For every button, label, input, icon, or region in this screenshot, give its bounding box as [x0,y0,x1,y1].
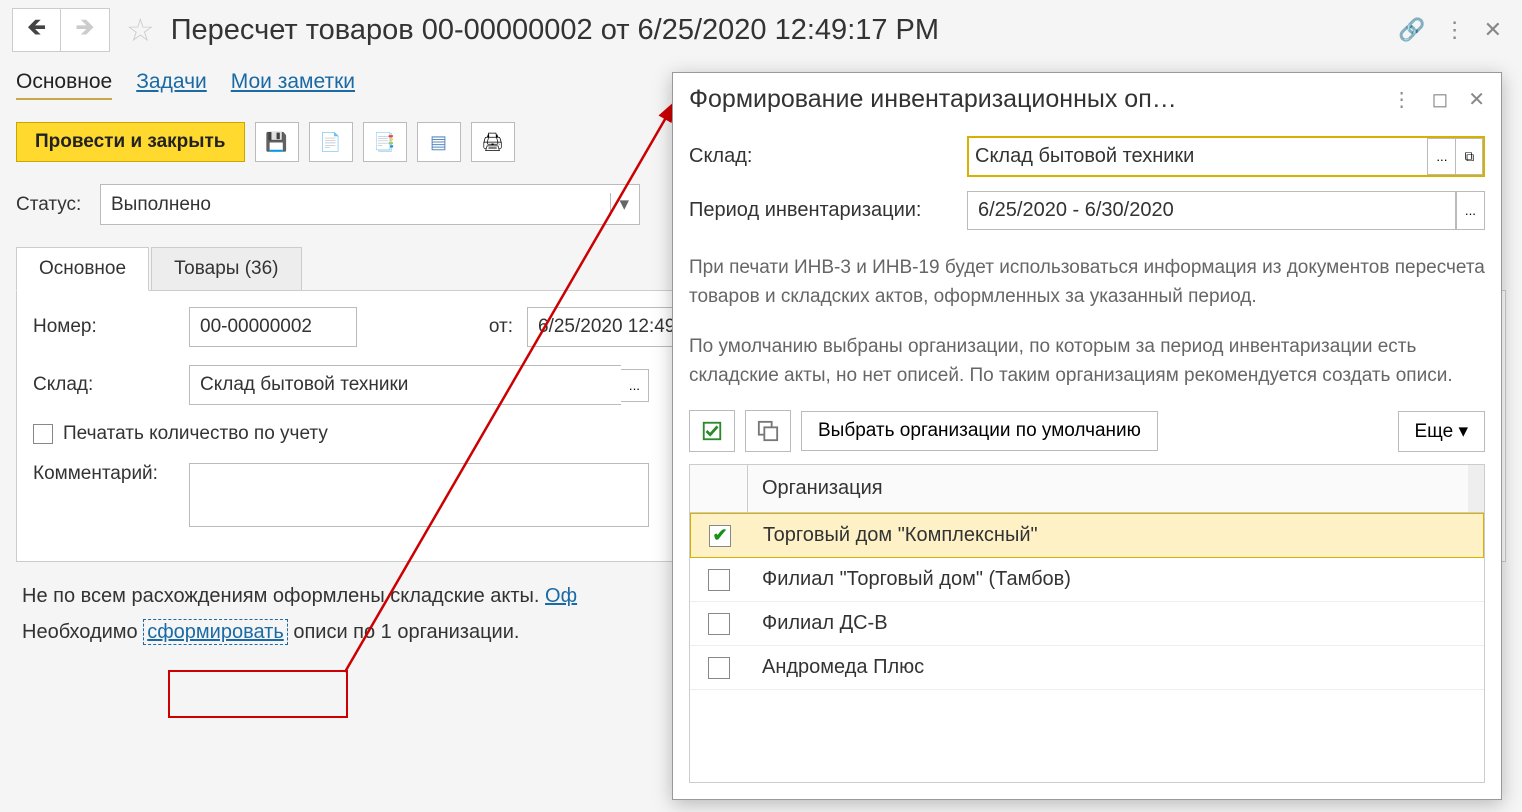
dialog-title: Формирование инвентаризационных оп… [689,85,1372,114]
tab-my-notes[interactable]: Мои заметки [231,70,355,100]
org-row[interactable]: Андромеда Плюс [690,646,1484,690]
post-and-close-button[interactable]: Провести и закрыть [16,122,245,162]
warehouse-input[interactable]: Склад бытовой техники [189,365,621,405]
org-row-name: Андромеда Плюс [748,656,1484,679]
dlg-more-label: Еще [1415,421,1454,442]
org-row-name: Филиал ДС-В [748,612,1484,635]
tab-main[interactable]: Основное [16,70,112,100]
scrollbar-head [1468,465,1484,512]
dlg-toolbar: Выбрать организации по умолчанию Еще ▾ [689,410,1485,452]
link-icon[interactable]: 🔗 [1398,17,1425,43]
number-label: Номер: [33,316,175,338]
more-icon[interactable]: ⋮ [1444,17,1466,43]
warehouse-picker-button[interactable]: ... [621,369,649,402]
org-row-checkbox[interactable] [708,613,730,635]
dlg-info-2: По умолчанию выбраны организации, по кот… [689,333,1485,390]
dlg-warehouse-picker[interactable]: ... [1427,138,1456,175]
note1-text: Не по всем расхождениям оформлены складс… [22,585,545,607]
dlg-warehouse-input[interactable]: Склад бытовой техники [969,138,1427,175]
org-row-name: Торговый дом "Комплексный" [749,524,1483,547]
related-icon: 📑 [373,132,395,153]
status-label: Статус: [16,194,88,216]
org-row[interactable]: Филиал ДС-В [690,602,1484,646]
nav-buttons: 🡸 🡺 [12,8,110,52]
print-icon: 🖨 [481,132,504,153]
org-table-body[interactable]: Торговый дом "Комплексный" Филиал "Торгов… [690,513,1484,782]
dlg-warehouse-open[interactable]: ⧉ [1456,138,1483,175]
org-row-checkbox[interactable] [708,657,730,679]
select-default-orgs-button[interactable]: Выбрать организации по умолчанию [801,411,1158,451]
inventory-dialog: Формирование инвентаризационных оп… ⋮ ◻ … [672,72,1502,800]
note2-prefix: Необходимо [22,621,143,643]
comment-textarea[interactable] [189,463,649,527]
save-icon: 💾 [265,132,287,153]
uncheck-all-button[interactable] [745,410,791,452]
org-name-header: Организация [748,465,1468,512]
dlg-period-input[interactable]: 6/25/2020 - 6/30/2020 [967,191,1456,230]
from-label: от: [371,316,513,338]
header: 🡸 🡺 ☆ Пересчет товаров 00-00000002 от 6/… [0,0,1522,60]
inner-tab-goods[interactable]: Товары (36) [151,247,301,290]
chevron-down-icon: ▾ [610,193,629,216]
print-qty-label: Печатать количество по учету [63,423,328,445]
dlg-period-wrap: 6/25/2020 - 6/30/2020 ... [967,191,1485,230]
check-all-button[interactable] [689,410,735,452]
dialog-maximize-icon[interactable]: ◻ [1432,87,1449,112]
check-all-header[interactable] [690,465,748,512]
org-table: Организация Торговый дом "Комплексный" Фи… [689,464,1485,783]
print-button[interactable]: 🖨 [471,122,515,162]
dialog-more-icon[interactable]: ⋮ [1392,87,1412,112]
dlg-warehouse-label: Склад: [689,145,955,168]
related-button[interactable]: 📑 [363,122,407,162]
org-table-header: Организация [690,465,1484,513]
dialog-header: Формирование инвентаризационных оп… ⋮ ◻ … [673,73,1501,126]
check-all-icon [701,420,723,442]
chevron-down-icon: ▾ [1458,421,1468,442]
uncheck-all-icon [757,420,779,442]
header-actions: 🔗 ⋮ ✕ [1398,17,1502,43]
dlg-more-button[interactable]: Еще ▾ [1398,411,1486,452]
report-icon: ▤ [430,132,447,153]
status-select[interactable]: Выполнено ▾ [100,184,640,225]
page-title: Пересчет товаров 00-00000002 от 6/25/202… [171,14,1390,47]
close-icon[interactable]: ✕ [1484,17,1502,43]
post-icon: 📄 [319,132,341,153]
tab-tasks[interactable]: Задачи [136,70,207,100]
status-value: Выполнено [111,194,211,216]
note2-suffix: описи по 1 организации. [288,621,520,643]
report-button[interactable]: ▤ [417,122,461,162]
dialog-close-icon[interactable]: ✕ [1468,87,1485,112]
note1-link[interactable]: Оф [545,585,577,607]
dlg-warehouse-row: Склад: Склад бытовой техники ... ⧉ [689,136,1485,177]
dlg-warehouse-wrap: Склад бытовой техники ... ⧉ [967,136,1485,177]
back-button[interactable]: 🡸 [13,9,61,51]
org-row-name: Филиал "Торговый дом" (Тамбов) [748,568,1484,591]
inner-tab-main[interactable]: Основное [16,247,149,291]
dlg-info-1: При печати ИНВ-3 и ИНВ-19 будет использо… [689,254,1485,311]
warehouse-label: Склад: [33,374,175,396]
post-button[interactable]: 📄 [309,122,353,162]
favorite-icon[interactable]: ☆ [126,11,155,49]
org-row[interactable]: Торговый дом "Комплексный" [690,513,1484,558]
org-row-checkbox[interactable] [708,569,730,591]
number-input[interactable]: 00-00000002 [189,307,357,347]
forward-button[interactable]: 🡺 [61,9,109,51]
dlg-period-row: Период инвентаризации: 6/25/2020 - 6/30/… [689,191,1485,230]
org-row[interactable]: Филиал "Торговый дом" (Тамбов) [690,558,1484,602]
dlg-period-label: Период инвентаризации: [689,199,955,222]
print-qty-checkbox[interactable] [33,424,53,444]
dialog-body: Склад: Склад бытовой техники ... ⧉ Перио… [673,126,1501,799]
save-button[interactable]: 💾 [255,122,299,162]
comment-label: Комментарий: [33,463,175,485]
dlg-warehouse-selected-text: Склад бытовой техники [969,138,1200,175]
form-inventory-link[interactable]: сформировать [143,619,288,645]
dlg-period-picker[interactable]: ... [1456,191,1485,230]
org-row-checkbox[interactable] [709,525,731,547]
annotation-highlight [168,670,348,718]
